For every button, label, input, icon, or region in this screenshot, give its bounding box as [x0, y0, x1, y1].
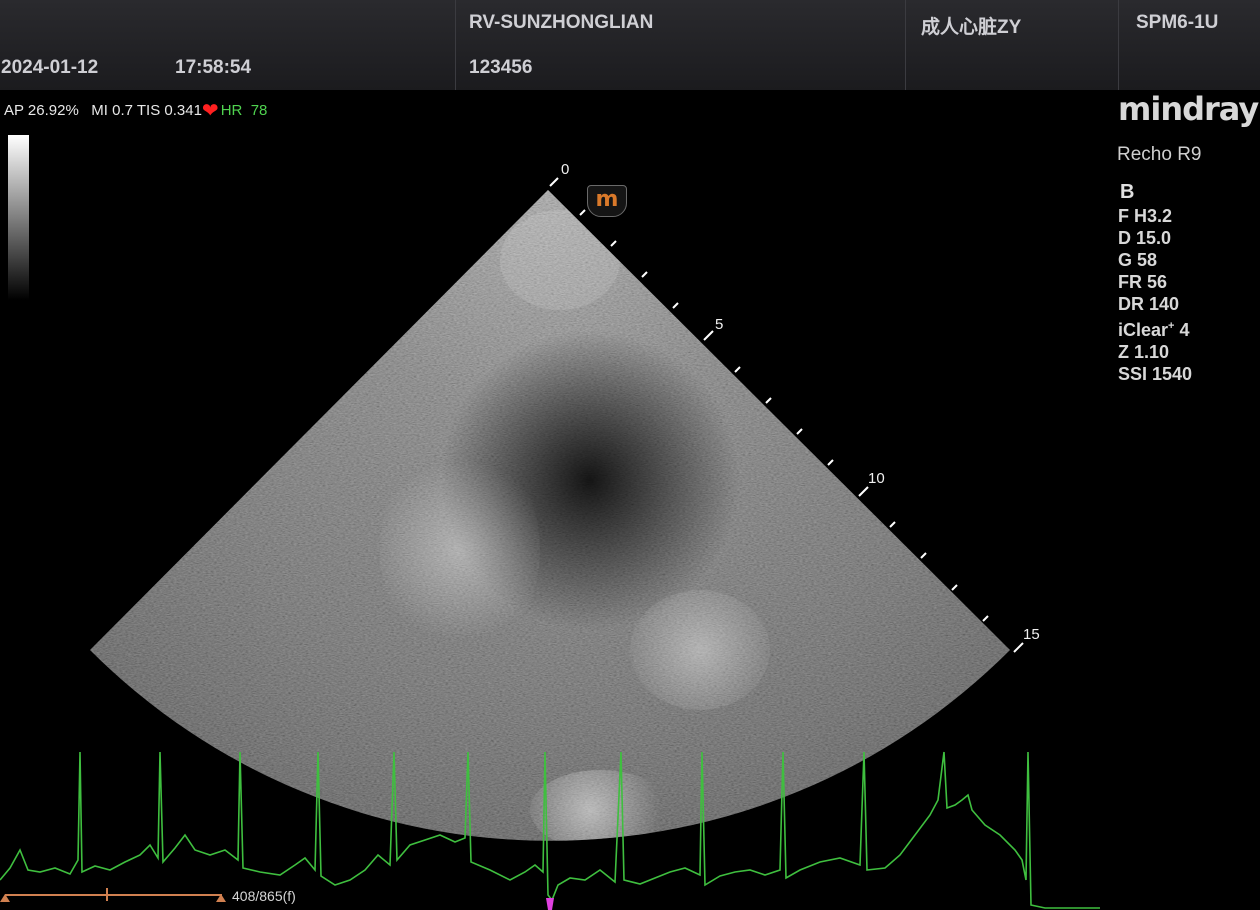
param-depth: D 15.0 [1118, 228, 1172, 248]
depth-label-0: 0 [561, 161, 570, 178]
param-ssi: SSI 1540 [1118, 364, 1193, 384]
device-model: Recho R9 [1117, 144, 1202, 165]
param-iclear: iClear+ 4 [1118, 320, 1190, 340]
param-gain: G 58 [1118, 250, 1158, 270]
depth-label-15: 15 [1023, 626, 1040, 643]
param-zoom: Z 1.10 [1118, 342, 1170, 362]
param-frequency: F H3.2 [1118, 206, 1173, 226]
param-frame-rate: FR 56 [1118, 272, 1168, 292]
orientation-marker-icon: m [587, 185, 627, 217]
depth-label-5: 5 [715, 316, 724, 333]
brand-logo: mindray [1118, 90, 1259, 128]
imaging-mode: B [1120, 181, 1135, 203]
param-dynamic-range: DR 140 [1118, 294, 1180, 314]
frame-counter: 408/865(f) [232, 888, 296, 904]
imaging-params: F H3.2 D 15.0 G 58 FR 56 DR 140 iClear+ … [1118, 205, 1192, 385]
depth-label-10: 10 [868, 470, 885, 487]
ultrasound-image[interactable] [0, 0, 1260, 910]
playback-cursor [546, 898, 554, 910]
